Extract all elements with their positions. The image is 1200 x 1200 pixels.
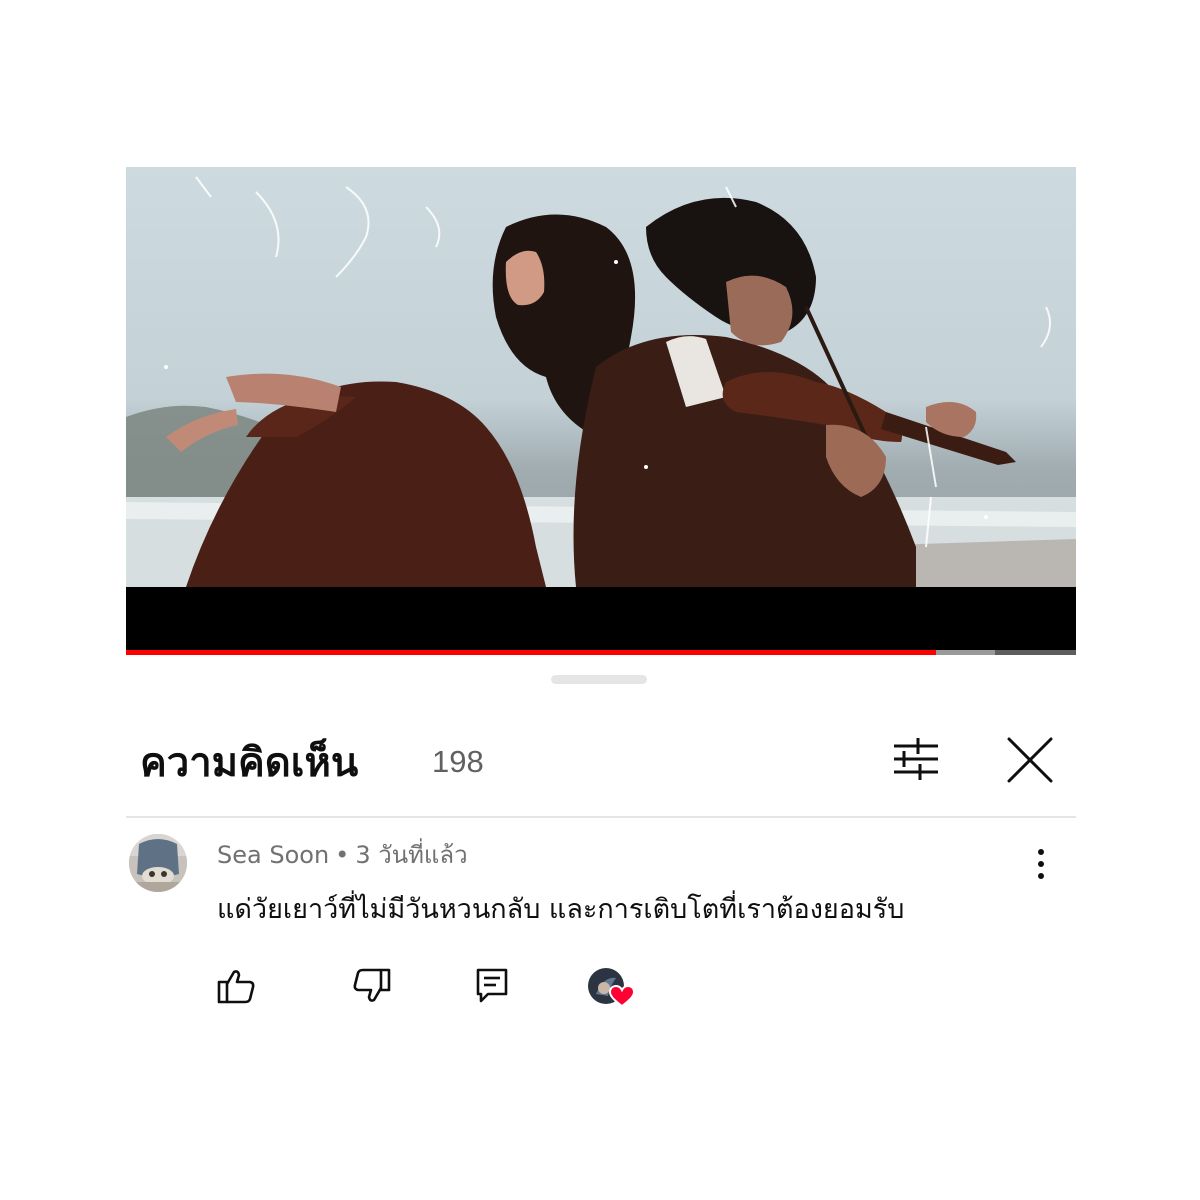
sheet-drag-handle[interactable]	[551, 675, 647, 684]
reply-button[interactable]	[470, 964, 514, 1008]
video-letterbox	[126, 587, 1076, 650]
creator-heart-badge[interactable]	[586, 966, 642, 1014]
header-divider	[126, 816, 1076, 818]
comments-count: 198	[432, 744, 484, 779]
more-vertical-icon	[1038, 849, 1044, 879]
close-icon	[1007, 737, 1053, 783]
meta-separator: •	[335, 841, 350, 869]
comment-text: แด่วัยเยาว์ที่ไม่มีวันหวนกลับ และการเติบ…	[217, 894, 905, 925]
video-frame[interactable]	[126, 167, 1076, 587]
video-scene-image	[126, 176, 1076, 587]
comments-header: ความคิดเห็น 198	[126, 720, 1076, 816]
comment-author[interactable]: Sea Soon	[217, 841, 329, 869]
comments-title: ความคิดเห็น	[140, 740, 359, 786]
reply-comment-icon	[476, 968, 508, 1003]
avatar-image	[129, 834, 187, 892]
comments-screen: ความคิดเห็น 198 Sea Soon • 3 วันที่แล้ว …	[0, 0, 1200, 1200]
comment-meta: Sea Soon • 3 วันที่แล้ว	[217, 838, 468, 872]
avatar[interactable]	[129, 834, 187, 892]
thumbs-down-icon	[353, 968, 391, 1002]
thumbs-up-icon	[217, 970, 255, 1004]
comment-time: 3 วันที่แล้ว	[355, 841, 468, 869]
video-progress-bar[interactable]	[126, 650, 1076, 655]
video-progress-played	[126, 650, 937, 655]
creator-heart-icon	[588, 968, 636, 1008]
filter-sliders-icon	[894, 738, 938, 780]
more-actions-button[interactable]	[1025, 844, 1057, 884]
dislike-button[interactable]	[350, 964, 394, 1008]
comment-item: Sea Soon • 3 วันที่แล้ว แด่วัยเยาว์ที่ไม่ม…	[126, 828, 1076, 1028]
close-button[interactable]	[1002, 732, 1058, 788]
filter-button[interactable]	[886, 734, 946, 782]
video-player[interactable]	[126, 167, 1076, 655]
like-button[interactable]	[214, 964, 258, 1008]
